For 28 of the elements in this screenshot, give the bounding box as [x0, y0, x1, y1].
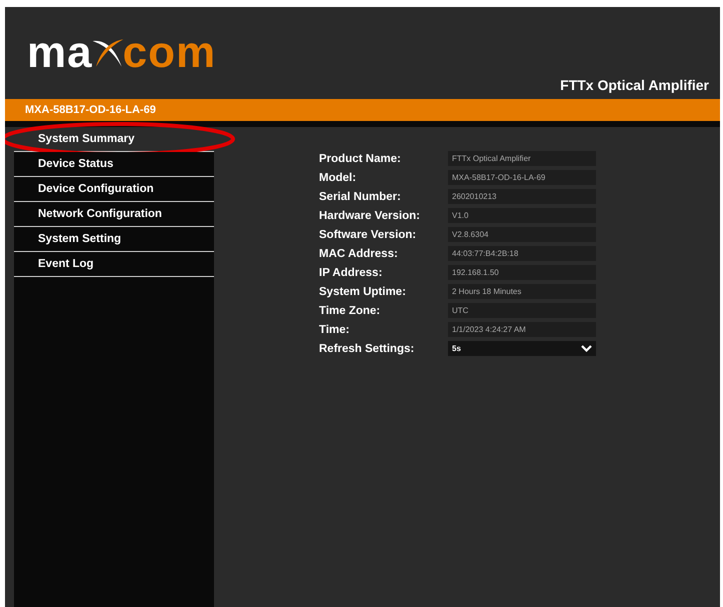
product-title: FTTx Optical Amplifier	[560, 77, 709, 93]
value-field[interactable]: FTTx Optical Amplifier	[448, 151, 596, 166]
value-field[interactable]: 192.168.1.50	[448, 265, 596, 280]
logo-text: ma	[27, 33, 93, 73]
field-label: Refresh Settings:	[319, 342, 416, 354]
field-label: Time:	[319, 324, 350, 336]
field-label: Hardware Version:	[319, 210, 421, 222]
field-label: Model:	[319, 172, 358, 184]
field-label: Time Zone:	[319, 304, 382, 316]
refresh-dropdown[interactable]: 5s	[448, 341, 596, 356]
field-label: System Uptime:	[319, 286, 407, 298]
field-label: Software Version:	[319, 228, 418, 240]
field-label: MAC Address:	[319, 248, 399, 260]
field-label: Serial Number:	[319, 190, 402, 202]
value-field[interactable]: MXA-58B17-OD-16-LA-69	[448, 170, 596, 185]
value-field[interactable]: 44:03:77:B4:2B:18	[448, 246, 596, 261]
value-field[interactable]: V2.8.6304	[448, 227, 596, 242]
value-field[interactable]: V1.0	[448, 208, 596, 223]
value-field[interactable]: 2602010213	[448, 189, 596, 204]
logo-text: com	[122, 33, 216, 73]
field-label: Product Name:	[319, 152, 402, 164]
value-field[interactable]: 2 Hours 18 Minutes	[448, 284, 596, 299]
device-name: MXA-58B17-OD-16-LA-69	[25, 104, 156, 116]
chevron-down-icon	[581, 345, 592, 352]
sidebar-item[interactable]: Device Status	[14, 152, 214, 177]
field-label: IP Address:	[319, 266, 384, 278]
value-field[interactable]: UTC	[448, 303, 596, 318]
value-field[interactable]: 1/1/2023 4:24:27 AM	[448, 322, 596, 337]
